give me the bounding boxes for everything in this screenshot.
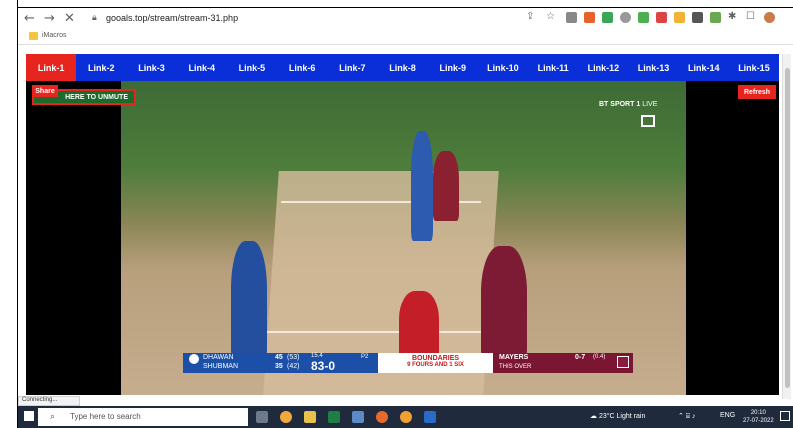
boundaries-panel: BOUNDARIES 9 FOURS AND 1 SIX	[378, 353, 493, 373]
score-overlay: DHAWAN SHUBMAN 45 (53) 35 (42) 15.4 83-0…	[183, 353, 633, 373]
refresh-button[interactable]: Refresh	[738, 85, 776, 99]
batter-name: SHUBMAN	[203, 363, 239, 370]
profile-avatar-icon[interactable]	[764, 12, 775, 23]
batter-balls: (42)	[287, 363, 300, 370]
extension-icon[interactable]	[638, 12, 649, 23]
stream-link[interactable]: Link-7	[327, 54, 377, 81]
extension-icon[interactable]	[674, 12, 685, 23]
weather-widget[interactable]: ☁ 23°C Light rain	[590, 412, 645, 420]
close-icon[interactable]: ✕	[64, 11, 75, 26]
video-frame[interactable]: BT SPORT 1 LIVE DHAWAN SHUBMAN 45 (53) 3…	[121, 81, 686, 395]
batter-score: 35	[275, 363, 283, 370]
boundaries-sub: 9 FOURS AND 1 SIX	[407, 362, 464, 368]
bookmark-star-icon[interactable]: ☆	[546, 11, 555, 22]
video-player[interactable]: BT SPORT 1 LIVE DHAWAN SHUBMAN 45 (53) 3…	[26, 81, 779, 395]
stream-link[interactable]: Link-6	[277, 54, 327, 81]
stream-link[interactable]: Link-3	[126, 54, 176, 81]
address-bar-row: ← → ✕ 🔒︎ gooals.top/stream/stream-31.php…	[18, 9, 793, 29]
non-striker-figure	[231, 241, 267, 361]
umpire-figure	[399, 291, 439, 361]
extension-icon[interactable]	[620, 12, 631, 23]
firefox-icon[interactable]	[376, 411, 388, 423]
batter-balls: (53)	[287, 354, 300, 361]
batter-name: DHAWAN	[203, 354, 234, 361]
powerplay: P2	[361, 354, 369, 360]
this-over-label: THIS OVER	[499, 364, 532, 370]
batter-score: 45	[275, 354, 283, 361]
stream-link[interactable]: Link-2	[76, 54, 126, 81]
screenshot-frame: ← → ✕ 🔒︎ gooals.top/stream/stream-31.php…	[0, 0, 793, 428]
broadcaster-logo: BT SPORT 1 LIVE	[599, 101, 658, 108]
stream-link[interactable]: Link-8	[377, 54, 427, 81]
back-icon[interactable]: ←	[24, 11, 35, 26]
stream-link[interactable]: Link-5	[227, 54, 277, 81]
url-text[interactable]: gooals.top/stream/stream-31.php	[106, 13, 238, 23]
app-icon[interactable]	[352, 411, 364, 423]
status-text: Connecting...	[18, 396, 80, 406]
extension-icon[interactable]	[584, 12, 595, 23]
search-placeholder: Type here to search	[70, 412, 141, 421]
scrollbar-thumb[interactable]	[785, 68, 790, 388]
side-panel-icon[interactable]: ☐	[746, 11, 755, 22]
stream-link[interactable]: Link-12	[578, 54, 628, 81]
lock-icon[interactable]: 🔒︎	[92, 12, 97, 23]
security-icon[interactable]	[424, 411, 436, 423]
extensions-puzzle-icon[interactable]: ✱	[728, 11, 736, 22]
stream-link[interactable]: Link-10	[478, 54, 528, 81]
extension-icon[interactable]	[656, 12, 667, 23]
clock-date: 27-07-2022	[743, 418, 774, 424]
browser-tab-strip-edge	[0, 0, 793, 8]
bowler-figures: 0-7	[575, 354, 586, 361]
bowler-figure	[481, 246, 527, 361]
folder-icon	[29, 32, 38, 40]
stream-link-bar: Link-1 Link-2 Link-3 Link-4 Link-5 Link-…	[26, 54, 779, 81]
stream-link[interactable]: Link-1	[26, 54, 77, 81]
clock-time: 20:10	[750, 410, 766, 416]
taskbar-search[interactable]: ⌕ Type here to search	[38, 408, 248, 426]
forward-icon[interactable]: →	[44, 11, 55, 26]
windows-taskbar: ⌕ Type here to search ☁ 23°C Light rain …	[18, 406, 793, 428]
page-scrollbar[interactable]	[782, 54, 791, 399]
bowler-overs: (0.4)	[593, 354, 606, 360]
stream-link[interactable]: Link-9	[428, 54, 478, 81]
team-badge-icon	[189, 354, 199, 364]
web-page: Link-1 Link-2 Link-3 Link-4 Link-5 Link-…	[18, 46, 793, 406]
stream-link[interactable]: Link-14	[679, 54, 729, 81]
batsman-figure	[411, 131, 433, 241]
fullscreen-icon[interactable]	[641, 115, 655, 127]
bookmark-imacros[interactable]: iMacros	[42, 32, 67, 39]
extension-icon[interactable]	[710, 12, 721, 23]
chrome-icon[interactable]	[280, 411, 292, 423]
share-page-icon[interactable]: ⇪	[526, 11, 534, 22]
crease-line	[261, 331, 501, 333]
tray-icons[interactable]: ⌃ ⌸ ♪	[678, 412, 695, 421]
team-badge-icon	[617, 356, 629, 368]
extension-icon[interactable]	[602, 12, 613, 23]
stream-link[interactable]: Link-13	[628, 54, 678, 81]
task-view-icon[interactable]	[256, 411, 268, 423]
excel-icon[interactable]	[328, 411, 340, 423]
boundaries-title: BOUNDARIES	[411, 355, 460, 362]
search-icon: ⌕	[50, 411, 56, 421]
bowler-name: MAYERS	[499, 354, 529, 361]
stream-link[interactable]: Link-11	[528, 54, 578, 81]
language-indicator[interactable]: ENG	[720, 412, 735, 419]
chrome-icon[interactable]	[400, 411, 412, 423]
stream-link[interactable]: Link-4	[177, 54, 227, 81]
clock[interactable]: 20:10 27-07-2022	[743, 409, 774, 425]
window-left-edge	[0, 0, 18, 428]
windows-start-icon[interactable]	[24, 411, 34, 421]
extension-icon[interactable]	[566, 12, 577, 23]
share-button[interactable]: Share	[32, 85, 58, 97]
notifications-icon[interactable]	[780, 411, 790, 421]
bowling-panel: MAYERS THIS OVER 0-7 (0.4)	[493, 353, 633, 373]
extension-icon[interactable]	[692, 12, 703, 23]
batting-panel: DHAWAN SHUBMAN 45 (53) 35 (42) 15.4 83-0…	[183, 353, 378, 373]
keeper-figure	[433, 151, 459, 221]
team-total: 83-0	[311, 359, 336, 373]
stream-link[interactable]: Link-15	[729, 54, 779, 81]
file-explorer-icon[interactable]	[304, 411, 316, 423]
bookmarks-bar: iMacros	[18, 29, 793, 45]
